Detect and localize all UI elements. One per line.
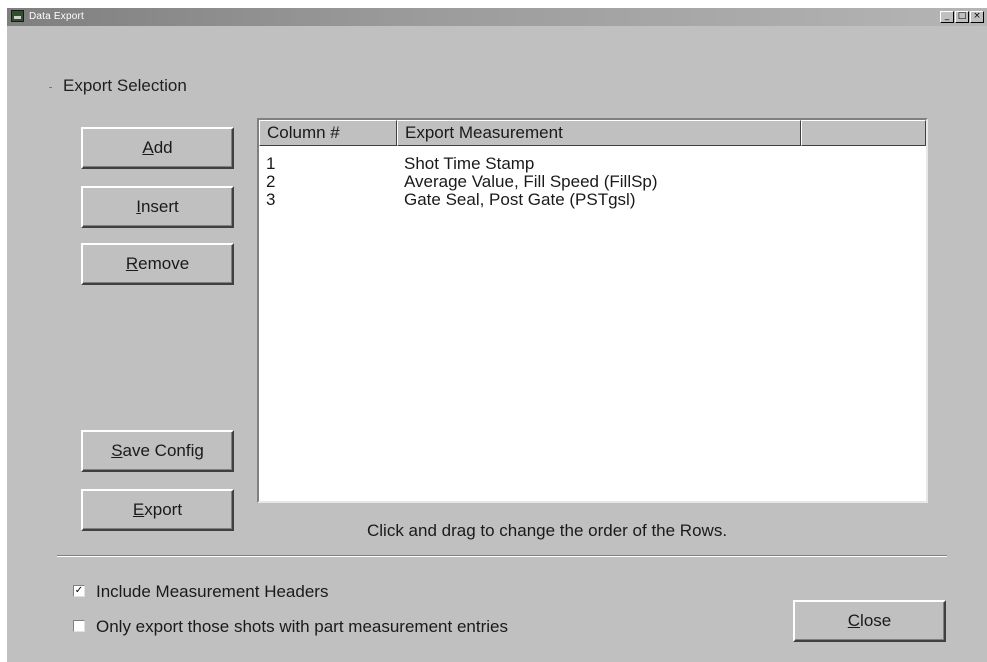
row-column-number: 3 [266, 190, 276, 209]
window-title: Data Export [29, 11, 85, 22]
remove-button[interactable]: Remove [81, 243, 234, 285]
remove-label: emove [138, 254, 190, 273]
close-button[interactable]: Close [793, 600, 946, 642]
close-icon: × [973, 11, 981, 21]
list-header: Column # Export Measurement [259, 120, 926, 146]
separator-highlight [57, 556, 947, 557]
row-measurement: Gate Seal, Post Gate (PSTgsl) [404, 190, 636, 209]
minimize-button[interactable]: _ [940, 11, 954, 23]
add-accel: A [142, 138, 154, 157]
list-row[interactable]: 3 Gate Seal, Post Gate (PSTgsl) [259, 191, 926, 209]
export-accel: E [132, 500, 145, 519]
title-bar[interactable]: Data Export _ □ × [7, 8, 987, 26]
list-row[interactable]: 2 Average Value, Fill Speed (FillSp) [259, 173, 926, 191]
list-row[interactable]: 1 Shot Time Stamp [259, 155, 926, 173]
export-label: xport [144, 500, 183, 519]
close-label: lose [860, 611, 892, 630]
data-export-window: Data Export _ □ × Export Selection Add I… [7, 8, 987, 662]
save-config-accel: S [111, 441, 123, 460]
include-headers-checkbox[interactable]: ✓ [73, 585, 85, 597]
include-headers-label[interactable]: Include Measurement Headers [96, 582, 328, 602]
export-button[interactable]: Export [81, 489, 234, 531]
column-header-blank[interactable] [801, 120, 926, 146]
add-button[interactable]: Add [81, 127, 234, 169]
insert-label: nsert [140, 197, 179, 216]
row-measurement: Average Value, Fill Speed (FillSp) [404, 172, 658, 191]
app-icon [11, 10, 24, 22]
save-config-button[interactable]: Save Config [81, 430, 234, 472]
maximize-icon: □ [957, 11, 967, 21]
add-label: dd [153, 138, 173, 157]
only-part-entries-label[interactable]: Only export those shots with part measur… [96, 617, 508, 637]
group-divider-mark [49, 87, 52, 88]
reorder-hint: Click and drag to change the order of th… [367, 521, 728, 540]
close-window-button[interactable]: × [970, 11, 984, 23]
column-header-measurement[interactable]: Export Measurement [397, 120, 801, 146]
export-measurement-list[interactable]: Column # Export Measurement 1 Shot Time … [257, 118, 928, 503]
minimize-icon: _ [944, 11, 950, 21]
close-accel: C [847, 611, 861, 630]
maximize-button[interactable]: □ [955, 11, 969, 23]
export-selection-label: Export Selection [63, 76, 187, 95]
remove-accel: R [125, 254, 139, 273]
column-header-number[interactable]: Column # [259, 120, 397, 146]
row-column-number: 2 [266, 172, 276, 191]
row-column-number: 1 [266, 154, 276, 173]
row-measurement: Shot Time Stamp [404, 154, 535, 173]
only-part-entries-checkbox[interactable] [73, 620, 85, 632]
save-config-label: ave Config [122, 441, 204, 460]
insert-button[interactable]: Insert [81, 186, 234, 228]
